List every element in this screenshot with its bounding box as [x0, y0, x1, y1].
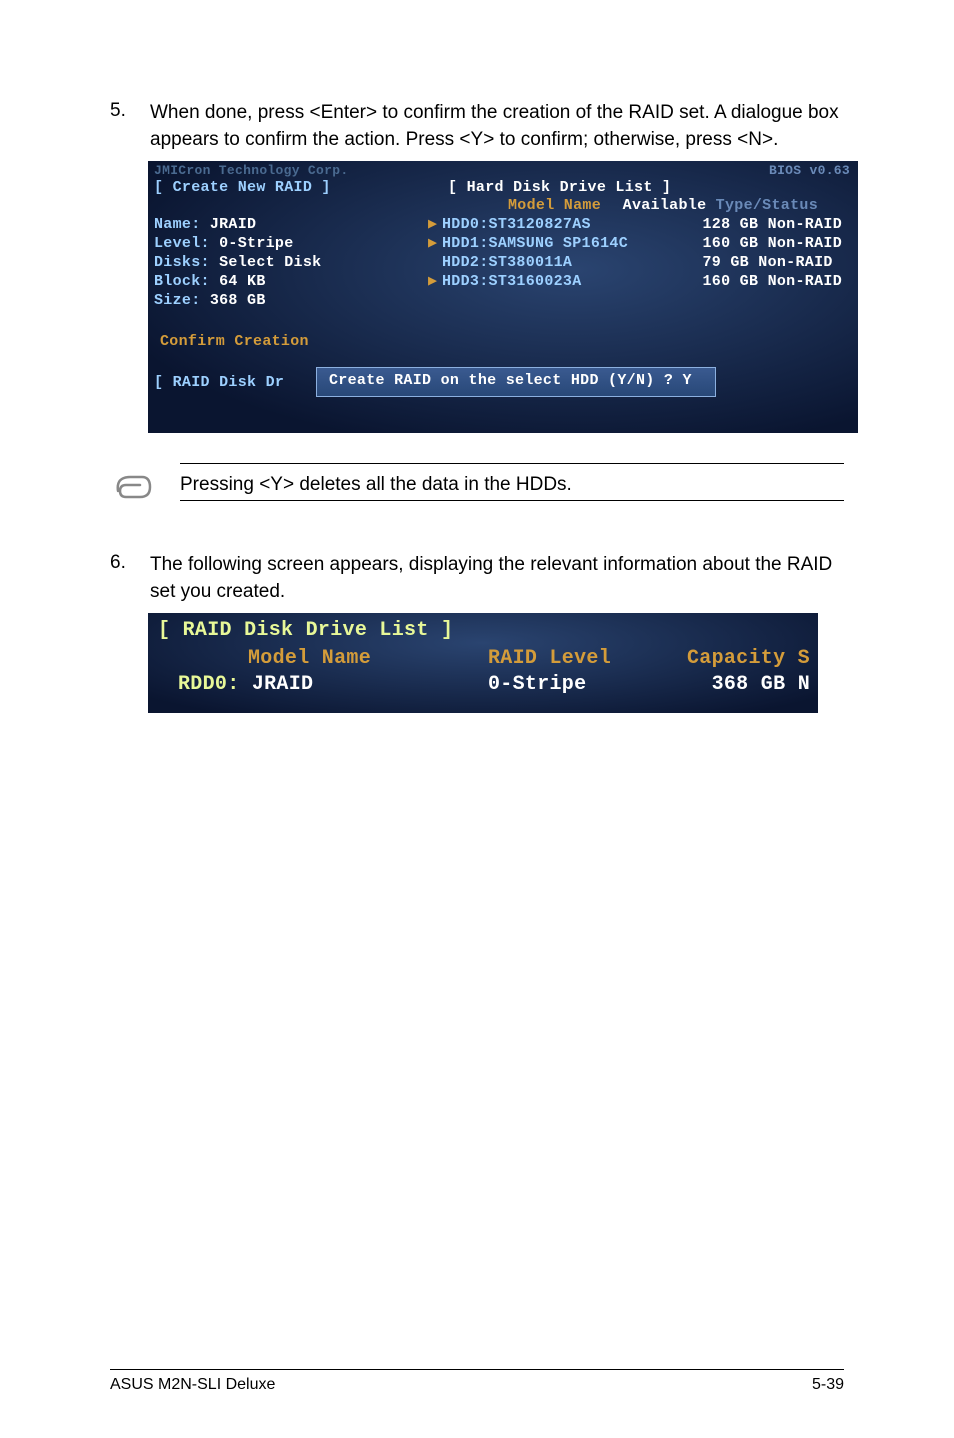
- raid-entry: RDD0: JRAID: [178, 673, 313, 696]
- faded-bios-version: BIOS v0.63: [769, 163, 850, 178]
- drive-model: ST380011A: [489, 253, 573, 272]
- selected-marker-icon: ▶: [428, 272, 442, 291]
- step-text: When done, press <Enter> to confirm the …: [150, 100, 844, 153]
- bios-raid-list-screenshot: [ RAID Disk Drive List ] Model Name RAID…: [148, 613, 818, 713]
- confirm-dialog: Create RAID on the select HDD (Y/N) ? Y: [316, 367, 716, 397]
- step-5: 5. When done, press <Enter> to confirm t…: [110, 100, 844, 153]
- drive-label: HDD1:: [442, 234, 489, 253]
- drive-model: ST3160023A: [489, 272, 582, 291]
- note-rule-top: [180, 463, 844, 464]
- model-name-header: Model Name: [508, 197, 601, 214]
- note-rule-bottom: [180, 500, 844, 501]
- selected-marker-icon: ▶: [428, 215, 442, 234]
- step-number: 6.: [110, 552, 150, 605]
- raid-settings-column: Name: JRAID Level: 0-Stripe Disks: Selec…: [154, 215, 321, 310]
- available-faded: Type/Status: [706, 197, 818, 214]
- raid-level-value: 0-Stripe: [488, 673, 586, 696]
- available-header: Available Type/Status: [623, 197, 818, 214]
- note-block: Pressing <Y> deletes all the data in the…: [110, 463, 844, 516]
- drive-capacity: 79 GB Non-RAID: [702, 253, 842, 272]
- drive-list-column: ▶HDD0: ST3120827AS ▶HDD1: SAMSUNG SP1614…: [428, 215, 628, 291]
- hard-disk-list-heading: [ Hard Disk Drive List ]: [448, 179, 671, 196]
- block-value: 64 KB: [210, 273, 266, 290]
- selected-marker-icon: ▶: [428, 234, 442, 253]
- drive-label: HDD2:: [442, 253, 489, 272]
- footer-page-number: 5-39: [812, 1376, 844, 1394]
- selected-marker-icon: [428, 253, 442, 272]
- footer-product: ASUS M2N-SLI Deluxe: [110, 1376, 275, 1394]
- capacity-value: 368 GB N: [712, 673, 810, 696]
- name-label: Name:: [154, 216, 201, 233]
- raid-level-header: RAID Level: [488, 647, 611, 670]
- rdd-label: RDD0:: [178, 673, 240, 696]
- block-label: Block:: [154, 273, 210, 290]
- disks-label: Disks:: [154, 254, 210, 271]
- capacity-status-column: 128 GB Non-RAID 160 GB Non-RAID 79 GB No…: [702, 215, 842, 291]
- raid-disk-heading: [ RAID Disk Dr: [154, 374, 284, 391]
- model-name-header: Model Name: [248, 647, 371, 670]
- paperclip-note-icon: [110, 463, 180, 516]
- note-text: Pressing <Y> deletes all the data in the…: [180, 470, 844, 500]
- step-6: 6. The following screen appears, display…: [110, 552, 844, 605]
- level-value: 0-Stripe: [210, 235, 294, 252]
- drive-capacity: 160 GB Non-RAID: [702, 234, 842, 253]
- rdd-value: JRAID: [240, 673, 314, 696]
- capacity-header: Capacity S: [687, 647, 810, 670]
- drive-label: HDD0:: [442, 215, 489, 234]
- drive-capacity: 128 GB Non-RAID: [702, 215, 842, 234]
- step-number: 5.: [110, 100, 150, 153]
- size-value: 368 GB: [201, 292, 266, 309]
- drive-model: SAMSUNG SP1614C: [489, 234, 629, 253]
- faded-vendor-text: JMICron Technology Corp.: [154, 163, 348, 178]
- name-value: JRAID: [201, 216, 257, 233]
- confirm-creation-label: Confirm Creation: [160, 333, 309, 350]
- drive-capacity: 160 GB Non-RAID: [702, 272, 842, 291]
- drive-label: HDD3:: [442, 272, 489, 291]
- raid-list-heading: [ RAID Disk Drive List ]: [158, 619, 453, 642]
- step-text: The following screen appears, displaying…: [150, 552, 844, 605]
- size-label: Size:: [154, 292, 201, 309]
- create-new-raid-heading: [ Create New RAID ]: [154, 179, 331, 196]
- disks-value: Select Disk: [210, 254, 322, 271]
- available-white: Available: [623, 197, 707, 214]
- bios-create-raid-screenshot: JMICron Technology Corp. BIOS v0.63 [ Cr…: [148, 161, 858, 433]
- level-label: Level:: [154, 235, 210, 252]
- drive-model: ST3120827AS: [489, 215, 591, 234]
- page-footer: ASUS M2N-SLI Deluxe 5-39: [110, 1369, 844, 1394]
